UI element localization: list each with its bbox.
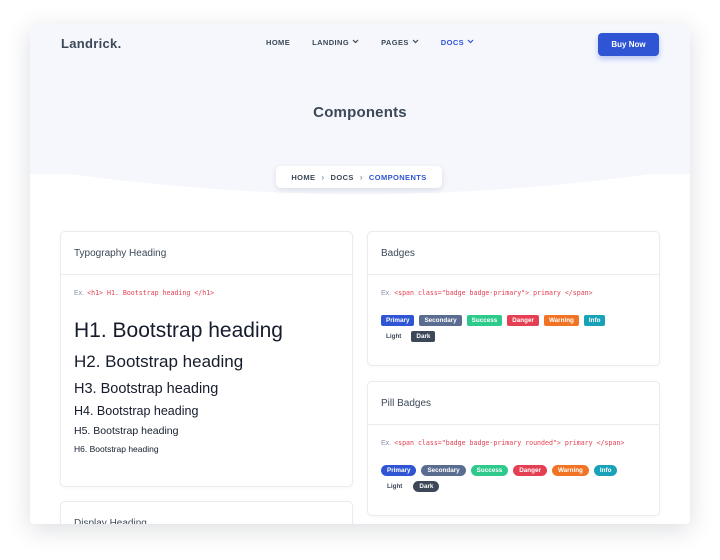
badge-success: Success [466, 315, 503, 326]
nav-item-docs[interactable]: DOCS [441, 38, 474, 47]
badge-warning: Warning [543, 315, 579, 326]
badge-dark: Dark [411, 331, 436, 342]
pill-badge-warning: Warning [551, 465, 589, 476]
nav-item-label: HOME [266, 38, 291, 47]
example-code: <h1> H1. Bootstrap heading </h1> [87, 289, 215, 297]
typography-card: Typography Heading Ex. <h1> H1. Bootstrap… [60, 231, 353, 487]
pill-badge-light: Light [387, 483, 403, 490]
browser-frame: Landrick. HOME LANDING PAGES DOCS Buy No… [30, 24, 690, 524]
pill-badge-secondary: Secondary [421, 465, 466, 476]
badge-danger: Danger [507, 315, 539, 326]
logo[interactable]: Landrick. [61, 36, 122, 51]
nav-item-pages[interactable]: PAGES [381, 38, 419, 47]
card-title: Typography Heading [61, 232, 352, 275]
pill-badge-danger: Danger [513, 465, 547, 476]
nav-item-label: PAGES [381, 38, 409, 47]
code-example: Ex. <h1> H1. Bootstrap heading </h1> [74, 289, 339, 297]
card-title: Badges [368, 232, 659, 275]
nav-item-label: LANDING [312, 38, 350, 47]
chevron-down-icon [352, 39, 359, 46]
chevron-down-icon [412, 39, 419, 46]
example-prefix: Ex. [74, 290, 85, 297]
navbar: Landrick. HOME LANDING PAGES DOCS Buy No… [30, 24, 690, 66]
code-example: Ex. <span class="badge badge-primary roun… [381, 439, 646, 447]
badge-primary: Primary [381, 315, 415, 326]
pill-badge-primary: Primary [381, 465, 417, 476]
chevron-down-icon [467, 39, 474, 46]
heading-h1: H1. Bootstrap heading [74, 319, 283, 342]
nav-menu: HOME LANDING PAGES DOCS [266, 38, 496, 47]
nav-item-home[interactable]: HOME [266, 38, 290, 47]
breadcrumb-separator: › [321, 172, 325, 182]
pill-badge-info: Info [593, 465, 618, 476]
example-code: <span class="badge badge-primary rounded… [394, 439, 625, 447]
pill-badges-card: Pill Badges Ex. <span class="badge badge-… [367, 381, 660, 516]
nav-item-label: DOCS [440, 38, 465, 47]
example-prefix: Ex. [381, 440, 392, 447]
breadcrumb-separator: › [359, 172, 363, 182]
badges-card: Badges Ex. <span class="badge badge-prima… [367, 231, 660, 366]
pill-badge-success: Success [470, 465, 509, 476]
buy-now-button[interactable]: Buy Now [598, 33, 659, 56]
badge-info: Info [583, 315, 606, 326]
card-title: Pill Badges [368, 382, 659, 425]
pill-badge-list: Primary Secondary Success Danger Warning… [381, 465, 631, 497]
badge-list: Primary Secondary Success Danger Warning… [381, 315, 631, 347]
heading-h5: H5. Bootstrap heading [74, 425, 179, 437]
breadcrumb-item-docs[interactable]: DOCS [331, 173, 354, 182]
badge-light: Light [386, 333, 402, 340]
heading-h4: H4. Bootstrap heading [74, 404, 199, 418]
heading-h2: H2. Bootstrap heading [74, 352, 244, 371]
code-example: Ex. <span class="badge badge-primary"> pr… [381, 289, 646, 297]
breadcrumb-item-components: COMPONENTS [368, 172, 427, 182]
pill-badge-dark: Dark [413, 481, 440, 492]
breadcrumb-item-home[interactable]: HOME [291, 173, 315, 182]
example-prefix: Ex. [381, 290, 392, 297]
example-code: <span class="badge badge-primary"> prima… [394, 289, 593, 297]
heading-h6: H6. Bootstrap heading [74, 444, 159, 454]
display-heading-card: Display Heading [60, 501, 353, 524]
card-title: Display Heading [61, 502, 352, 525]
heading-h3: H3. Bootstrap heading [74, 381, 219, 397]
badge-secondary: Secondary [419, 315, 462, 326]
nav-item-landing[interactable]: LANDING [312, 38, 359, 47]
page-title: Components [313, 104, 407, 121]
breadcrumb: HOME › DOCS › COMPONENTS [276, 166, 442, 188]
